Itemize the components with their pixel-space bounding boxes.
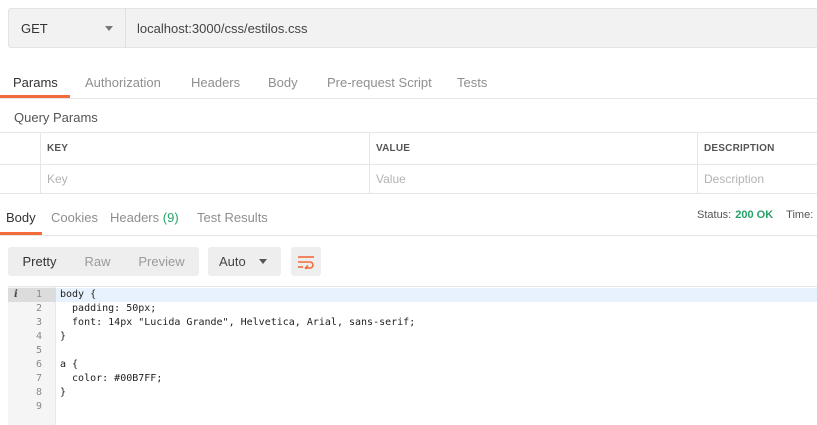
response-tabs: Body Cookies Headers (9) Test Results St… [0,200,817,236]
tab-authorization[interactable]: Authorization [85,75,161,90]
active-response-tab-indicator [0,232,42,235]
line-number: 5 [35,345,42,356]
code-line: } [60,331,67,342]
code-line: a { [60,359,79,370]
tab-test-results[interactable]: Test Results [197,210,268,225]
tab-response-body[interactable]: Body [6,210,36,225]
raw-button[interactable]: Raw [71,247,124,276]
line-number: 1 [35,289,42,300]
line-number: 3 [35,317,42,328]
tab-tests[interactable]: Tests [457,75,487,90]
pretty-button[interactable]: Pretty [8,247,71,276]
active-line-highlight [8,288,817,302]
tab-pre-request-script[interactable]: Pre-request Script [327,75,432,90]
status-label: Status: [697,209,732,221]
line-number: 7 [35,373,42,384]
status-bar: Status: 200 OK Time: [697,209,813,221]
code-line: padding: 50px; [60,303,157,314]
format-select[interactable]: Auto [208,247,281,276]
description-input[interactable]: Description [697,164,817,194]
code-line: font: 14px "Lucida Grande", Helvetica, A… [60,317,416,328]
headers-count: (9) [162,210,179,225]
column-header-key: KEY [40,133,369,164]
url-input[interactable]: localhost:3000/css/estilos.css [126,9,817,47]
query-params-table: KEY VALUE DESCRIPTION Key Value Descript… [0,132,817,194]
tab-cookies[interactable]: Cookies [51,210,98,225]
method-label: GET [21,20,48,36]
request-bar: GET localhost:3000/css/estilos.css [8,8,817,48]
table-header-row: KEY VALUE DESCRIPTION [0,133,817,165]
view-mode-toggle: Pretty Raw Preview [8,247,199,276]
response-body-editor[interactable]: i 1 2 3 4 5 6 7 8 9 body { padding: 50px… [8,286,817,425]
active-tab-indicator [0,95,70,98]
line-number: 9 [35,401,42,412]
value-input[interactable]: Value [369,164,697,194]
headers-label: Headers [110,210,160,225]
column-header-value: VALUE [369,133,697,164]
code-line: body { [60,289,97,300]
query-params-title: Query Params [14,110,98,125]
table-row: Key Value Description [0,164,817,194]
tab-response-headers[interactable]: Headers (9) [110,210,179,225]
tab-params[interactable]: Params [13,75,58,90]
code-line: color: #00B7FF; [60,373,163,384]
time-label: Time: [786,209,814,221]
preview-button[interactable]: Preview [124,247,199,276]
request-tabs: Params Authorization Headers Body Pre-re… [0,64,817,99]
line-number: 4 [35,331,42,342]
line-number: 8 [35,387,42,398]
method-select[interactable]: GET [9,9,126,47]
wrap-lines-icon [298,255,314,269]
wrap-lines-button[interactable] [291,247,321,276]
line-number: 2 [35,303,42,314]
status-badge: 200 OK [735,209,774,221]
chevron-down-icon [105,25,113,31]
chevron-down-icon [258,259,267,264]
tab-body[interactable]: Body [268,75,298,90]
key-input[interactable]: Key [40,164,369,194]
format-label: Auto [219,254,246,269]
line-number: 6 [35,359,42,370]
column-header-description: DESCRIPTION [697,133,817,164]
code-line: } [60,387,67,398]
tab-headers[interactable]: Headers [191,75,240,90]
